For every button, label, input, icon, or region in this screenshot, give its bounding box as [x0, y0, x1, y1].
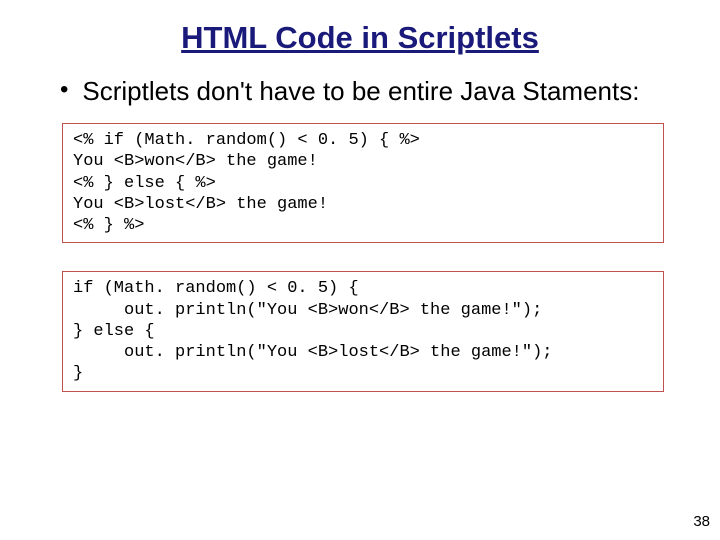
page-number: 38	[693, 513, 710, 530]
code-block-2: if (Math. random() < 0. 5) { out. printl…	[62, 271, 664, 391]
bullet-item: • Scriptlets don't have to be entire Jav…	[0, 74, 720, 109]
slide-title: HTML Code in Scriptlets	[0, 0, 720, 74]
code-block-1: <% if (Math. random() < 0. 5) { %> You <…	[62, 123, 664, 243]
bullet-marker: •	[60, 74, 68, 105]
bullet-text: Scriptlets don't have to be entire Java …	[82, 74, 639, 109]
